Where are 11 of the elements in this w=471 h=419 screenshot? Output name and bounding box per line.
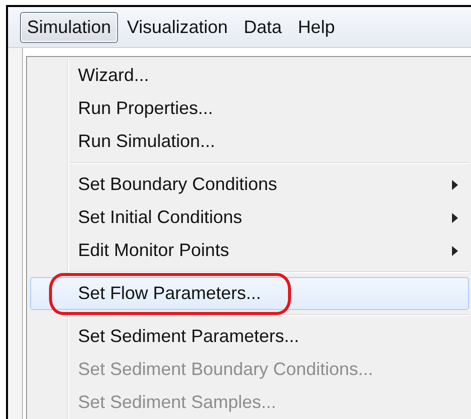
menu-item[interactable]: Set Sediment Parameters... <box>30 320 469 353</box>
menu-item[interactable]: Run Properties... <box>30 92 469 125</box>
menu-item[interactable]: Wizard... <box>30 59 469 92</box>
menu-item[interactable]: Set Initial Conditions <box>30 201 469 234</box>
menu-bar-item[interactable]: Simulation <box>20 12 118 42</box>
menu-item[interactable]: Edit Monitor Points <box>30 234 469 267</box>
menu-bar-item[interactable]: Visualization <box>120 12 235 42</box>
menu-item[interactable]: Run Simulation... <box>30 125 469 158</box>
menu-item[interactable]: Set Boundary Conditions <box>30 168 469 201</box>
menu-bar-item[interactable]: Help <box>290 12 342 42</box>
menu-bar-item[interactable]: Data <box>236 12 289 42</box>
